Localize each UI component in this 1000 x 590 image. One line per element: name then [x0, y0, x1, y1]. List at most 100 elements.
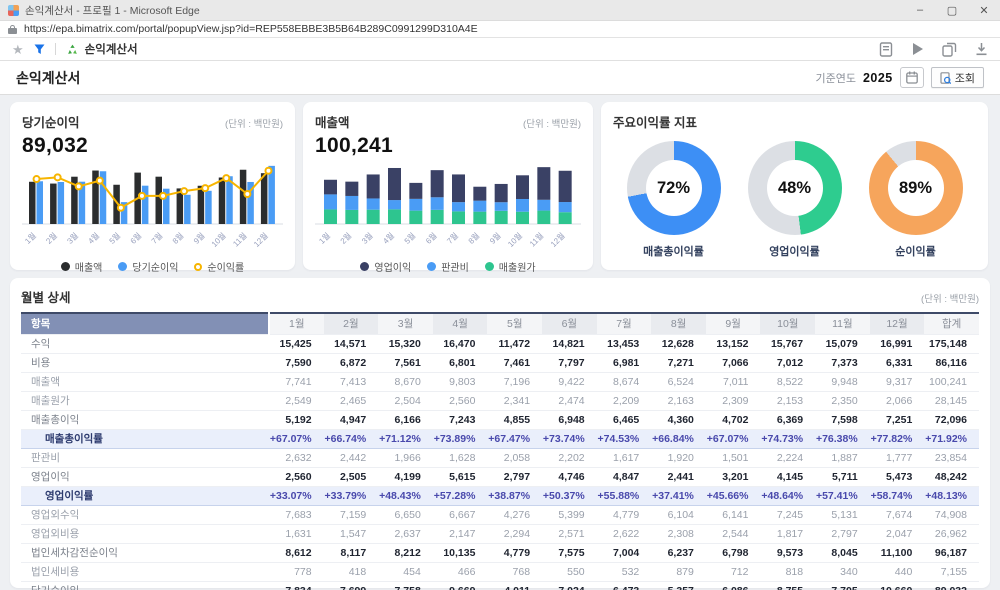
cell-value: 2,632 — [269, 448, 324, 467]
cell-value: 7,159 — [324, 505, 379, 524]
column-header: 11월 — [815, 313, 870, 334]
net-income-value: 89,032 — [22, 134, 283, 158]
row-label: 판관비 — [21, 448, 269, 467]
stack-매출원가 — [324, 209, 337, 224]
legend-label: 당기순이익 — [132, 259, 178, 274]
download-icon[interactable] — [975, 42, 988, 56]
stack-판관비 — [473, 201, 486, 212]
cell-value: 7,461 — [487, 353, 542, 372]
table-title: 월별 상세 — [21, 287, 70, 306]
cell-value: 879 — [651, 562, 706, 581]
cell-value: +50.37% — [542, 486, 597, 505]
column-header: 4월 — [433, 313, 488, 334]
table-row: 매출총이익률+67.07%+66.74%+71.12%+73.89%+67.47… — [21, 429, 979, 448]
url-text[interactable]: https://epa.bimatrix.com/portal/popupVie… — [24, 23, 478, 35]
cell-value: 7,271 — [651, 353, 706, 372]
minimize-button[interactable]: – — [904, 0, 936, 20]
cell-value: 7,797 — [542, 353, 597, 372]
cell-value: 13,152 — [706, 334, 761, 353]
stack-판관비 — [516, 199, 529, 212]
cell-value: 26,962 — [924, 524, 979, 543]
cell-value: 2,560 — [433, 391, 488, 410]
cell-value: 86,116 — [924, 353, 979, 372]
cell-value: 15,079 — [815, 334, 870, 353]
donut-ring: 89% — [869, 141, 963, 235]
cell-value: 5,357 — [651, 581, 706, 590]
x-axis-label: 8월 — [466, 230, 481, 245]
cell-value: 7,012 — [760, 353, 815, 372]
x-axis-label: 5월 — [402, 230, 417, 245]
base-year-value[interactable]: 2025 — [863, 71, 893, 85]
net-income-title: 당기순이익 — [22, 112, 80, 131]
stack-판관비 — [452, 202, 465, 211]
cell-value: 89,032 — [924, 581, 979, 590]
detail-table: 항목1월2월3월4월5월6월7월8월9월10월11월12월합계 수익15,425… — [21, 312, 979, 590]
bar-매출액 — [261, 173, 268, 224]
donut-ring: 72% — [627, 141, 721, 235]
x-axis-label: 12월 — [251, 230, 270, 249]
row-label: 비용 — [21, 353, 269, 372]
column-header: 12월 — [870, 313, 925, 334]
cell-value: 74,908 — [924, 505, 979, 524]
cell-value: 2,571 — [542, 524, 597, 543]
cell-value: +57.41% — [815, 486, 870, 505]
legend-label: 매출액 — [75, 259, 103, 274]
cell-value: 3,201 — [706, 467, 761, 486]
cell-value: 2,163 — [651, 391, 706, 410]
line-marker — [118, 205, 124, 211]
stack-영업이익 — [495, 184, 508, 202]
x-axis-label: 5월 — [107, 230, 122, 245]
cell-value: 5,192 — [269, 410, 324, 429]
report-tab-label[interactable]: 손익계산서 — [85, 41, 138, 57]
cell-value: 4,145 — [760, 467, 815, 486]
cell-value: 6,798 — [706, 543, 761, 562]
cell-value: 48,242 — [924, 467, 979, 486]
sales-legend: 영업이익판관비매출원가 — [315, 259, 581, 274]
cell-value: 4,199 — [378, 467, 433, 486]
line-marker — [76, 183, 82, 189]
calendar-button[interactable] — [900, 67, 924, 88]
column-header: 합계 — [924, 313, 979, 334]
cell-value: 7,155 — [924, 562, 979, 581]
table-row: 판관비2,6322,4421,9661,6282,0582,2021,6171,… — [21, 448, 979, 467]
cell-value: 6,650 — [378, 505, 433, 524]
url-bar[interactable]: https://epa.bimatrix.com/portal/popupVie… — [0, 21, 1000, 38]
cell-value: 7,024 — [542, 581, 597, 590]
cell-value: 6,104 — [651, 505, 706, 524]
close-button[interactable]: ✕ — [968, 0, 1000, 20]
sales-stacked-bar-chart: 1월2월3월4월5월6월7월8월9월10월11월12월 — [315, 158, 581, 253]
cell-value: 10,660 — [870, 581, 925, 590]
table-row: 법인세차감전순이익8,6128,1178,21210,1354,7797,575… — [21, 543, 979, 562]
cell-value: +67.07% — [269, 429, 324, 448]
cell-value: 6,331 — [870, 353, 925, 372]
run-icon[interactable] — [911, 42, 924, 56]
x-axis-label: 4월 — [381, 230, 396, 245]
table-row: 매출액7,7417,4138,6709,8037,1969,4228,6746,… — [21, 372, 979, 391]
cell-value: 16,470 — [433, 334, 488, 353]
toolbar-divider — [55, 43, 56, 55]
bar-매출액 — [156, 177, 163, 224]
favorite-star-icon[interactable]: ★ — [12, 43, 24, 56]
cell-value: 9,669 — [433, 581, 488, 590]
cell-value: 9,422 — [542, 372, 597, 391]
profit-ratio-donuts: 72%매출총이익률48%영업이익률89%순이익률 — [613, 141, 976, 259]
search-doc-icon — [940, 72, 951, 84]
filter-icon[interactable] — [34, 44, 45, 55]
search-button[interactable]: 조회 — [931, 67, 984, 88]
column-header: 3월 — [378, 313, 433, 334]
cell-value: +48.43% — [378, 486, 433, 505]
cell-value: 8,522 — [760, 372, 815, 391]
cell-value: 7,705 — [815, 581, 870, 590]
sales-value: 100,241 — [315, 134, 581, 158]
duplicate-window-icon[interactable] — [942, 42, 957, 57]
maximize-button[interactable]: ▢ — [936, 0, 968, 20]
donut-ring: 48% — [748, 141, 842, 235]
cell-value: 5,473 — [870, 467, 925, 486]
cell-value: 96,187 — [924, 543, 979, 562]
net-income-card: 당기순이익 (단위 : 백만원) 89,032 1월2월3월4월5월6월7월8월… — [10, 102, 295, 270]
legend-ring-icon — [194, 263, 202, 271]
report-file-icon[interactable] — [879, 42, 893, 57]
cell-value: 768 — [487, 562, 542, 581]
cell-value: 9,573 — [760, 543, 815, 562]
cell-value: 1,920 — [651, 448, 706, 467]
